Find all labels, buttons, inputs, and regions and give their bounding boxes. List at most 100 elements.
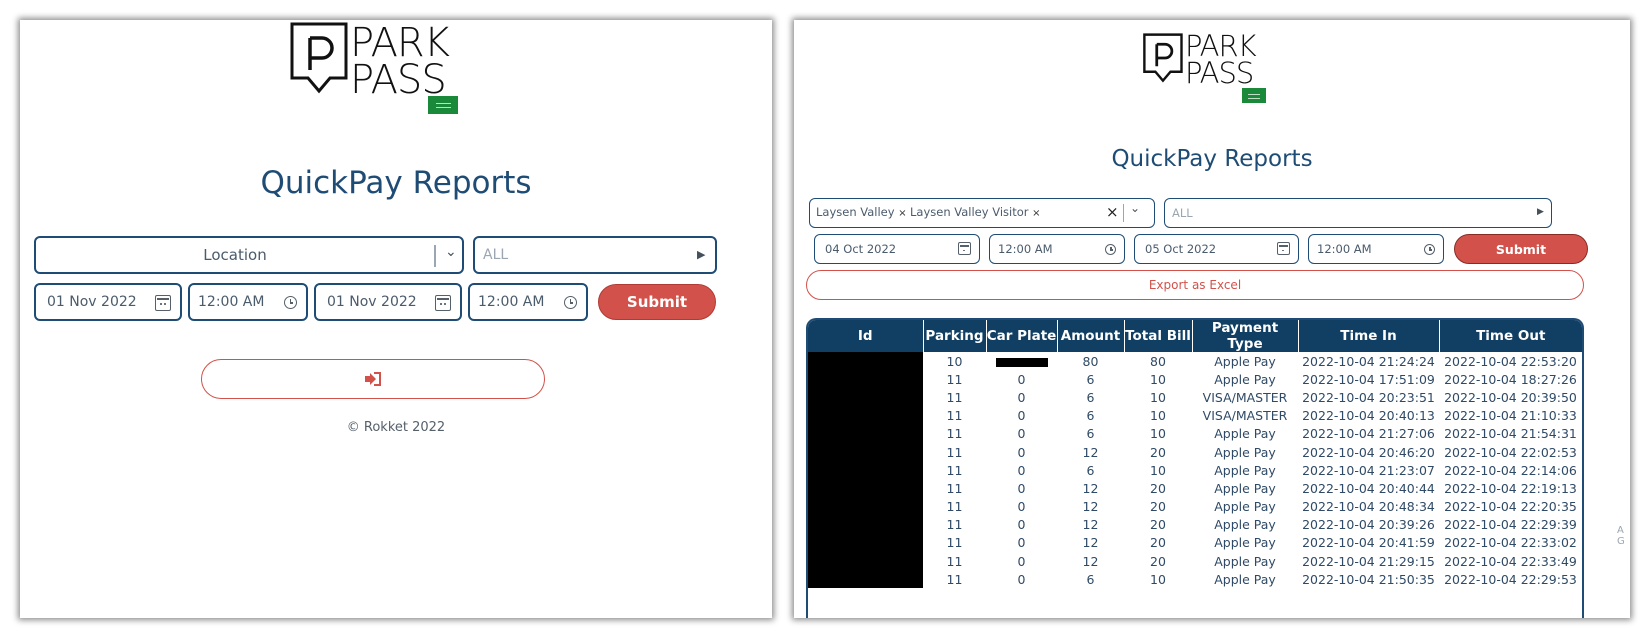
chevron-down-icon[interactable]: ⌄ [445, 244, 457, 260]
logout-icon [365, 372, 381, 386]
table-cell: Apple Pay [1214, 426, 1276, 442]
table-cell: 2022-10-04 20:46:20 [1302, 444, 1435, 460]
redacted-id-cell [808, 370, 923, 389]
location-tag[interactable]: Laysen Valley Visitor × [910, 205, 1041, 219]
location-tag-label: Laysen Valley Visitor [910, 205, 1029, 219]
redacted-id-cell [808, 424, 923, 443]
table-cell: 11 [946, 462, 963, 478]
to-date-input[interactable]: 01 Nov 2022 [314, 283, 462, 321]
table-cell: 2022-10-04 17:51:09 [1302, 371, 1435, 387]
chevron-down-icon[interactable]: ⌄ [1130, 201, 1140, 215]
table-row: 11 0 6 10 Apple Pay 2022-10-04 17:51:09 2022-1… [808, 370, 1582, 389]
clock-icon[interactable] [564, 296, 577, 309]
from-date-input[interactable]: 04 Oct 2022 [814, 234, 980, 264]
logout-button[interactable] [201, 359, 545, 399]
calendar-icon[interactable] [435, 295, 451, 311]
calendar-icon[interactable] [1277, 242, 1290, 255]
table-row: 11 0 6 10 Apple Pay 2022-10-04 21:23:07 2022-1… [808, 461, 1582, 480]
location-multiselect[interactable]: Laysen Valley × Laysen Valley Visitor × … [809, 198, 1155, 228]
table-cell: 0 [1017, 571, 1026, 587]
page-title: QuickPay Reports [260, 165, 532, 201]
table-cell: Apple Pay [1214, 571, 1276, 587]
table-cell: 20 [1150, 517, 1166, 533]
table-cell: 11 [946, 499, 963, 515]
to-date-input[interactable]: 05 Oct 2022 [1134, 234, 1299, 264]
table-cell: 12 [1082, 553, 1099, 569]
table-cell: 2022-10-04 21:24:24 [1302, 353, 1435, 369]
column-header: Time Out [1439, 320, 1582, 352]
table-cell: 80 [1150, 353, 1166, 369]
redacted-plate-cell [986, 352, 1057, 370]
table-cell: 2022-10-04 21:50:35 [1302, 571, 1435, 587]
clock-icon[interactable] [284, 296, 297, 309]
table-cell: 2022-10-04 22:33:02 [1444, 535, 1577, 551]
table-cell: 6 [1086, 389, 1095, 405]
redacted-id-cell [808, 352, 923, 371]
table-cell: 11 [946, 571, 963, 587]
from-date-value: 01 Nov 2022 [47, 294, 137, 310]
pin-logo-icon [1143, 33, 1183, 83]
table-cell: VISA/MASTER [1202, 389, 1288, 405]
table-cell: 2022-10-04 22:14:06 [1444, 462, 1577, 478]
remove-tag-icon[interactable]: × [1032, 208, 1040, 219]
table-cell: 2022-10-04 22:33:49 [1444, 553, 1577, 569]
to-time-input[interactable]: 12:00 AM [468, 283, 588, 321]
calendar-icon[interactable] [155, 295, 171, 311]
table-cell: 10 [1150, 462, 1166, 478]
clock-icon[interactable] [1424, 244, 1435, 255]
table-cell: 11 [946, 444, 963, 460]
parkpass-logo [1143, 32, 1187, 84]
from-time-input[interactable]: 12:00 AM [188, 283, 308, 321]
submit-button[interactable]: Submit [598, 284, 716, 320]
export-excel-button[interactable]: Export as Excel [806, 270, 1584, 300]
table-cell: 12 [1082, 499, 1099, 515]
table-cell: 2022-10-04 22:29:53 [1444, 571, 1577, 587]
results-table: Id Parking Car Plate Amount Total Bill Paymen… [806, 318, 1584, 618]
location-select[interactable]: Location ⌄ [34, 236, 464, 274]
table-cell: Apple Pay [1214, 480, 1276, 496]
table-cell: Apple Pay [1214, 444, 1276, 460]
table-cell: 0 [1017, 389, 1026, 405]
from-time-input[interactable]: 12:00 AM [989, 234, 1125, 264]
select-divider [434, 245, 436, 267]
remove-tag-icon[interactable]: × [898, 208, 906, 219]
column-header: Amount [1057, 320, 1125, 352]
location-tag[interactable]: Laysen Valley × [816, 205, 907, 219]
to-date-value: 05 Oct 2022 [1145, 242, 1217, 256]
table-row: 11 0 12 20 Apple Pay 2022-10-04 20:39:26 2022-… [808, 515, 1582, 534]
table-cell: 20 [1150, 499, 1166, 515]
submit-button[interactable]: Submit [1454, 234, 1588, 264]
select-divider [1123, 204, 1125, 222]
calendar-icon[interactable] [958, 242, 971, 255]
column-header: Parking [923, 320, 987, 352]
from-time-value: 12:00 AM [198, 294, 265, 310]
table-cell: 2022-10-04 22:20:35 [1444, 499, 1577, 515]
redacted-id-cell [808, 497, 923, 516]
table-cell: 6 [1086, 408, 1095, 424]
page-title: QuickPay Reports [1111, 146, 1313, 172]
scroll-hint: AG [1617, 525, 1625, 547]
location-select-value: Location [203, 246, 267, 264]
table-cell: 2022-10-04 20:23:51 [1302, 389, 1435, 405]
clock-icon[interactable] [1105, 244, 1116, 255]
table-cell: Apple Pay [1214, 553, 1276, 569]
table-cell: 2022-10-04 22:19:13 [1444, 480, 1577, 496]
table-cell: 10 [1150, 371, 1166, 387]
table-cell: 2022-10-04 21:54:31 [1444, 426, 1577, 442]
saudi-flag-icon [428, 96, 458, 114]
to-time-input[interactable]: 12:00 AM [1308, 234, 1444, 264]
table-cell: 0 [1017, 517, 1026, 533]
table-row: 11 0 6 10 VISA/MASTER 2022-10-04 20:40:13 2022… [808, 406, 1582, 425]
category-select[interactable]: ALL ▶ [1164, 198, 1552, 228]
table-cell: 20 [1150, 553, 1166, 569]
table-cell: 12 [1082, 535, 1099, 551]
table-cell: 10 [946, 353, 963, 369]
table-cell: 12 [1082, 480, 1099, 496]
table-row: 11 0 12 20 Apple Pay 2022-10-04 20:46:20 2022-… [808, 442, 1582, 462]
category-select[interactable]: ALL ▶ [473, 236, 717, 274]
redacted-id-cell [808, 461, 923, 480]
table-header-row: Id Parking Car Plate Amount Total Bill Paymen… [808, 320, 1582, 352]
clear-icon[interactable]: × [1106, 203, 1119, 221]
redacted-id-cell [808, 406, 923, 425]
from-date-input[interactable]: 01 Nov 2022 [34, 283, 182, 321]
